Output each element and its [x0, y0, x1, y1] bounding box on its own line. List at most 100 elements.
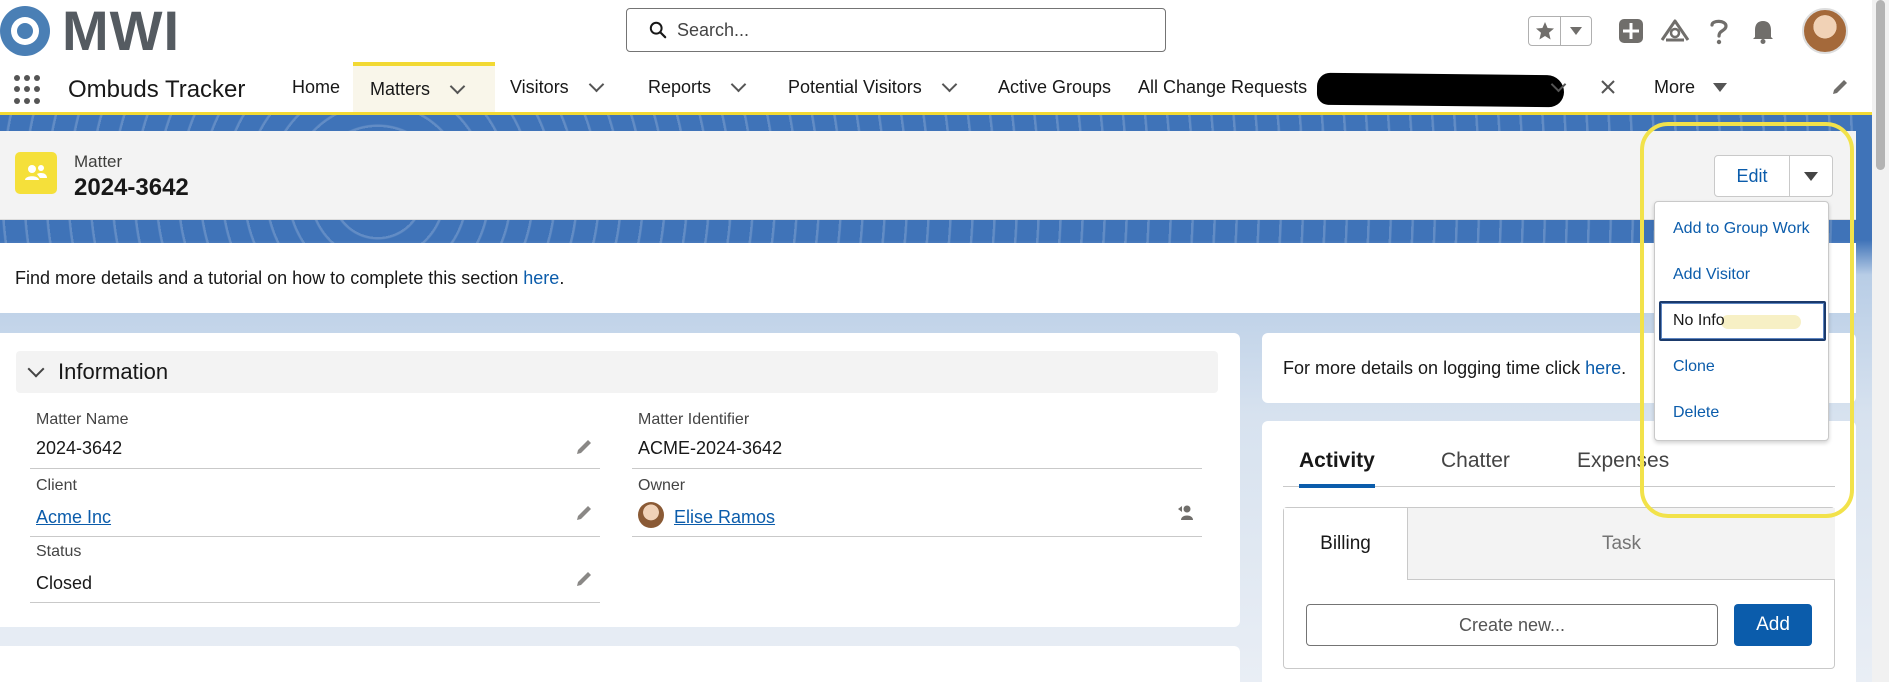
notifications-button[interactable] [1748, 16, 1778, 46]
nav-item-home[interactable]: Home [292, 62, 340, 112]
menu-item-add-visitor[interactable]: Add Visitor [1655, 255, 1830, 295]
nav-item-redacted-chevron[interactable] [1550, 62, 1567, 112]
nav-more-menu[interactable]: More [1654, 62, 1728, 112]
redacted-tab [1316, 72, 1565, 108]
help-button[interactable] [1704, 16, 1734, 46]
field-label: Status [36, 543, 82, 560]
global-actions-button[interactable] [1616, 16, 1646, 46]
field-owner: Owner Elise Ramos [632, 477, 1202, 537]
help-banner-text: Find more details and a tutorial on how … [15, 268, 565, 288]
help-banner: Find more details and a tutorial on how … [0, 243, 1856, 313]
trailhead-button[interactable] [1660, 16, 1690, 46]
search-icon [649, 21, 667, 39]
chevron-down-icon[interactable] [588, 76, 604, 92]
record-type-icon [15, 152, 57, 194]
field-matter-identifier: Matter Identifier ACME-2024-3642 [632, 411, 1202, 469]
pencil-icon[interactable] [574, 437, 594, 457]
help-banner-link[interactable]: here [523, 268, 559, 288]
nav-item-active-groups[interactable]: Active Groups [998, 62, 1111, 112]
star-icon [1535, 22, 1554, 40]
information-section-header[interactable]: Information [16, 351, 1218, 393]
activity-subtabs: Billing Task Add [1283, 507, 1835, 669]
time-logging-text: For more details on logging time click h… [1283, 358, 1627, 378]
group-people-icon [25, 165, 47, 180]
menu-item-no-info[interactable]: No Info [1659, 301, 1826, 341]
nav-close-tab-button[interactable] [1600, 62, 1616, 112]
next-section-card [0, 646, 1240, 682]
pencil-icon[interactable] [574, 503, 594, 523]
section-title: Information [58, 359, 169, 384]
time-logging-link[interactable]: here [1585, 358, 1621, 378]
record-actions-menu: Add to Group Work Add Visitor No Info Cl… [1654, 201, 1829, 441]
record-actions: Edit [1714, 155, 1833, 197]
field-client: Client Acme Inc [30, 477, 600, 537]
record-type-label: Matter [74, 152, 123, 171]
plus-square-icon [1619, 19, 1643, 43]
highlight-mark [1721, 315, 1801, 329]
create-new-input[interactable] [1306, 604, 1718, 646]
menu-item-delete[interactable]: Delete [1655, 393, 1830, 433]
app-nav-bar: Ombuds Tracker Home Matters Visitors Rep… [0, 62, 1889, 115]
chevron-down-icon[interactable] [730, 76, 747, 92]
menu-item-clone[interactable]: Clone [1655, 347, 1830, 387]
more-actions-button[interactable] [1790, 156, 1832, 196]
question-mark-icon [1710, 19, 1728, 45]
caret-down-icon [1713, 82, 1728, 92]
tab-expenses[interactable]: Expenses [1577, 449, 1669, 487]
nav-item-reports[interactable]: Reports [648, 62, 747, 112]
chevron-down-icon [27, 360, 45, 378]
tab-activity[interactable]: Activity [1299, 449, 1375, 488]
page-scrollbar[interactable] [1872, 0, 1889, 682]
trailhead-icon [1660, 19, 1690, 42]
field-status: Status Closed [30, 543, 600, 603]
field-value: 2024-3642 [36, 438, 123, 458]
field-matter-name: Matter Name 2024-3642 [30, 411, 600, 469]
global-header: MWI [0, 0, 1889, 62]
field-label: Matter Identifier [638, 411, 750, 428]
owner-avatar [638, 502, 664, 528]
information-card: Information Matter Name 2024-3642 Matter… [0, 333, 1240, 627]
chevron-down-icon[interactable] [941, 76, 958, 92]
favorites-star-button[interactable] [1529, 17, 1560, 45]
nav-edit-button[interactable] [1830, 62, 1850, 112]
nav-item-matters[interactable]: Matters [353, 62, 495, 112]
add-button[interactable]: Add [1734, 604, 1812, 646]
client-link[interactable]: Acme Inc [36, 507, 111, 528]
change-owner-icon[interactable] [1176, 503, 1196, 523]
subtab-task[interactable]: Task [1407, 508, 1835, 580]
record-title: 2024-3642 [74, 174, 189, 201]
bell-icon [1753, 21, 1773, 44]
field-value: ACME-2024-3642 [638, 438, 783, 458]
search-input[interactable] [677, 19, 1165, 41]
tab-chatter[interactable]: Chatter [1441, 449, 1510, 487]
logo-ring-icon [0, 6, 50, 56]
close-icon [1601, 80, 1615, 94]
nav-item-potential-visitors[interactable]: Potential Visitors [788, 62, 958, 112]
subtab-billing[interactable]: Billing [1284, 508, 1407, 580]
app-launcher-button[interactable] [14, 75, 44, 105]
field-label: Client [36, 477, 77, 494]
field-label: Owner [638, 477, 686, 494]
activity-card: Activity Chatter Expenses Billing Task A… [1262, 421, 1856, 682]
scrollbar-thumb[interactable] [1876, 0, 1885, 170]
record-header: Matter 2024-3642 Edit [0, 131, 1856, 220]
header-utility-icons [1528, 10, 1778, 52]
activity-tabs: Activity Chatter Expenses [1283, 449, 1835, 488]
waffle-grid-icon [14, 75, 20, 81]
menu-item-add-to-group-work[interactable]: Add to Group Work [1655, 209, 1830, 249]
nav-item-visitors[interactable]: Visitors [510, 62, 604, 112]
chevron-down-icon[interactable] [1550, 76, 1567, 92]
user-avatar[interactable] [1802, 8, 1848, 54]
favorites-list-button[interactable] [1560, 17, 1591, 45]
pencil-icon[interactable] [574, 569, 594, 589]
edit-button[interactable]: Edit [1715, 156, 1790, 196]
field-value: Closed [36, 573, 93, 593]
owner-link[interactable]: Elise Ramos [674, 507, 775, 528]
chevron-down-icon[interactable] [449, 78, 466, 94]
global-search[interactable] [626, 8, 1166, 52]
logo-text: MWI [62, 0, 181, 62]
pencil-icon [1833, 80, 1847, 94]
app-name: Ombuds Tracker [68, 76, 246, 103]
nav-item-all-change-requests[interactable]: All Change Requests [1138, 62, 1307, 112]
mwi-logo[interactable]: MWI [0, 0, 181, 62]
